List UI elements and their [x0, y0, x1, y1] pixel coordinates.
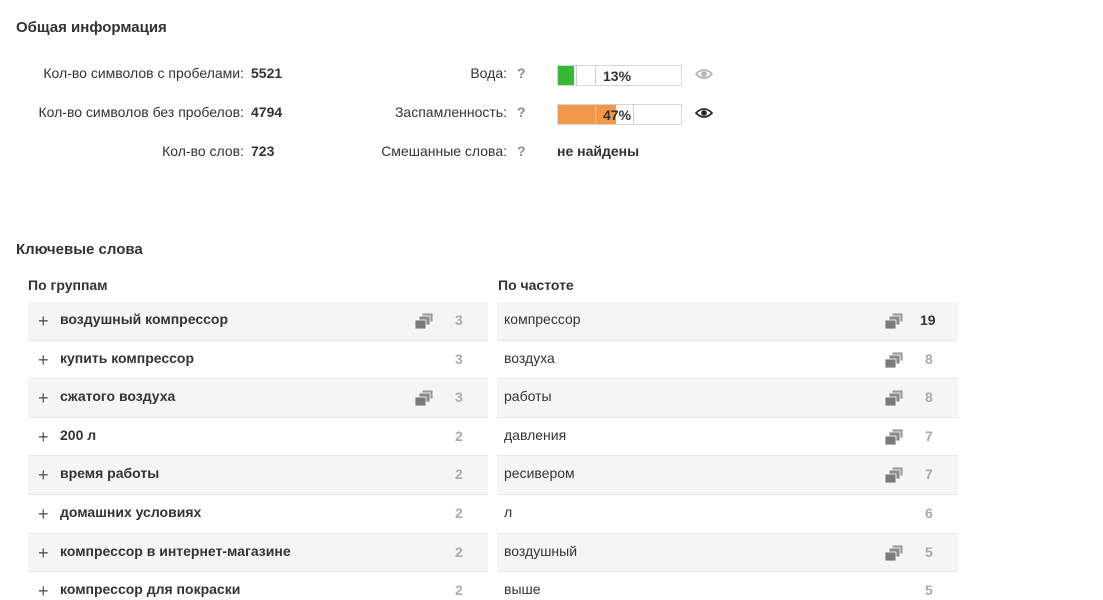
words-count-value: 723 [251, 143, 275, 159]
spam-eye-icon[interactable] [695, 107, 713, 119]
expand-plus-icon[interactable]: + [38, 389, 49, 407]
group-row[interactable]: + купить компрессор 3 [28, 341, 488, 380]
spam-percent: 47% [603, 107, 632, 123]
frequency-row[interactable]: ресивером 7 [497, 456, 958, 495]
group-row[interactable]: + компрессор для покраски 2 [28, 572, 488, 600]
frequency-count: 8 [925, 389, 933, 406]
chars-without-spaces-label: Кол-во символов без пробелов: [38, 104, 245, 120]
copy-icon[interactable] [885, 544, 903, 561]
by-frequency-title: По частоте [498, 277, 574, 293]
group-label: купить компрессор [60, 349, 195, 366]
water-help-icon[interactable]: ? [517, 65, 526, 81]
water-eye-icon[interactable] [695, 68, 713, 80]
frequency-label: воздуха [504, 349, 555, 366]
group-count: 2 [455, 543, 463, 560]
expand-plus-icon[interactable]: + [38, 312, 49, 330]
frequency-label: воздушный [504, 542, 578, 559]
spam-bar: 47% [557, 104, 682, 125]
copy-icon[interactable] [415, 313, 433, 329]
group-count: 3 [455, 350, 463, 367]
copy-icon[interactable] [415, 390, 433, 407]
frequency-count: 7 [925, 466, 933, 483]
group-row[interactable]: + время работы 2 [28, 456, 488, 495]
frequency-label: выше [504, 581, 541, 598]
group-label: компрессор для покраски [60, 581, 241, 598]
by-groups-title: По группам [28, 277, 108, 293]
spam-bar-tick [633, 105, 634, 124]
mixed-words-value: не найдены [557, 143, 640, 159]
chars-with-spaces-label: Кол-во символов с пробелами: [43, 65, 244, 81]
expand-plus-icon[interactable]: + [38, 351, 49, 369]
copy-icon[interactable] [885, 351, 903, 368]
keywords-title: Ключевые слова [16, 241, 143, 258]
frequency-count: 7 [925, 427, 933, 444]
spam-label: Заспамленность: [394, 104, 507, 120]
frequency-count: 19 [920, 312, 936, 328]
water-percent: 13% [603, 68, 632, 84]
group-label: домашних условиях [60, 503, 202, 520]
group-count: 3 [455, 389, 463, 406]
water-bar: 13% [557, 65, 682, 86]
water-bar-tick [595, 66, 596, 85]
spam-help-icon[interactable]: ? [517, 104, 526, 120]
copy-icon[interactable] [885, 428, 903, 445]
mixed-words-label: Смешанные слова: [381, 143, 507, 159]
frequency-row[interactable]: л6 [497, 495, 958, 534]
copy-icon[interactable] [885, 467, 903, 484]
frequency-row[interactable]: выше 5 [497, 572, 958, 600]
frequency-label: давления [504, 426, 567, 443]
group-row[interactable]: + компрессор в интернет-магазине 2 [28, 533, 488, 573]
expand-plus-icon[interactable]: + [38, 466, 49, 484]
group-count: 2 [455, 466, 463, 483]
chars-with-spaces-value: 5521 [251, 65, 283, 81]
chars-without-spaces-value: 4794 [251, 104, 283, 120]
copy-icon[interactable] [885, 313, 903, 329]
frequency-label: ресивером [504, 465, 575, 482]
frequency-count: 6 [925, 504, 933, 521]
frequency-row[interactable]: воздушный 5 [497, 533, 958, 573]
group-count: 2 [455, 504, 463, 521]
water-bar-tick [576, 66, 577, 85]
frequency-row[interactable]: воздуха 8 [497, 341, 958, 380]
spam-bar-tick [595, 105, 596, 124]
group-row[interactable]: +200 л 2 [28, 418, 488, 457]
mixed-words-help-icon[interactable]: ? [517, 143, 526, 159]
frequency-label: л [504, 503, 513, 520]
frequency-table: компрессор 19 воздуха 8 работы 8 давления 7 реси… [497, 302, 958, 600]
expand-plus-icon[interactable]: + [38, 582, 49, 600]
group-count: 3 [455, 312, 463, 328]
frequency-count: 5 [925, 543, 933, 560]
group-label: сжатого воздуха [60, 388, 176, 405]
water-bar-fill [558, 66, 574, 85]
group-row[interactable]: + домашних условиях 2 [28, 495, 488, 534]
expand-plus-icon[interactable]: + [38, 428, 49, 446]
group-row[interactable]: + сжатого воздуха 3 [28, 379, 488, 418]
group-count: 2 [455, 582, 463, 599]
group-label: время работы [60, 465, 160, 482]
expand-plus-icon[interactable]: + [38, 505, 49, 523]
group-row[interactable]: + воздушный компрессор 3 [28, 302, 488, 341]
group-label: компрессор в интернет-магазине [60, 542, 291, 559]
frequency-count: 5 [925, 582, 933, 599]
frequency-row[interactable]: давления 7 [497, 418, 958, 457]
frequency-row[interactable]: работы 8 [497, 379, 958, 418]
expand-plus-icon[interactable]: + [38, 544, 49, 562]
frequency-count: 8 [925, 350, 933, 367]
frequency-row[interactable]: компрессор 19 [497, 302, 958, 341]
group-count: 2 [455, 427, 463, 444]
group-label: воздушный компрессор [60, 311, 228, 327]
water-label: Вода: [470, 65, 507, 81]
frequency-label: работы [504, 388, 552, 405]
general-info-title: Общая информация [16, 19, 167, 36]
words-count-label: Кол-во слов: [162, 143, 244, 159]
copy-icon[interactable] [885, 390, 903, 407]
groups-table: + воздушный компрессор 3 + купить компрессор… [28, 302, 488, 600]
frequency-label: компрессор [504, 311, 581, 327]
group-label: 200 л [60, 426, 97, 443]
